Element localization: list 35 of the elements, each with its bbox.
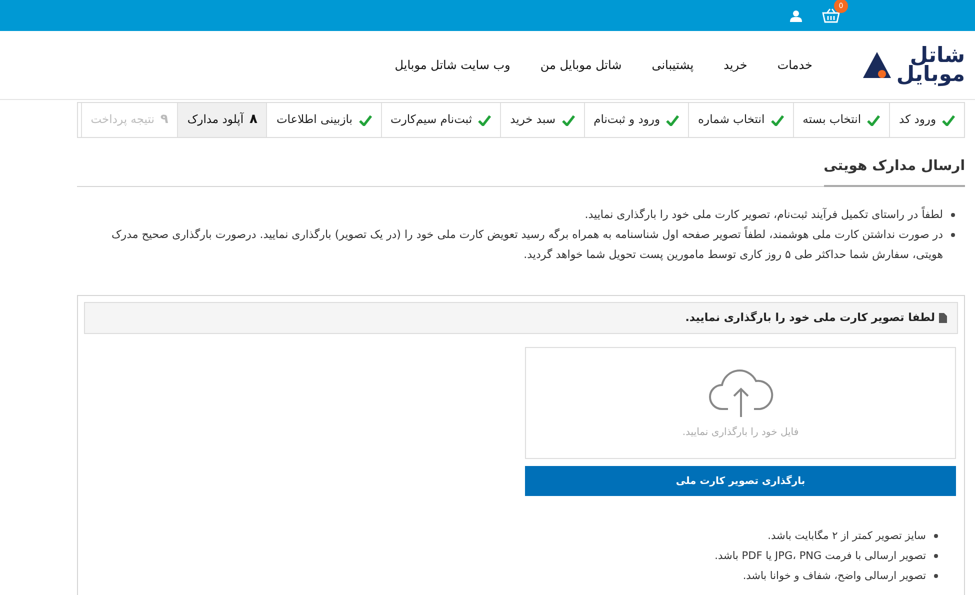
checkmark-icon (770, 114, 784, 126)
checkmark-icon (478, 114, 492, 126)
step-tab[interactable]: ۸ آپلود مدارک (177, 103, 266, 137)
logo-triangle-icon (862, 50, 892, 80)
instruction-text: در صورت نداشتن کارت ملی هوشمند، لطفاً تصویر صفحه اول شناسنامه به همراه برگه رسید تعویض کارت ملی خود را (در یک تصویر) بارگذاری نمایید. درصورت بارگذاری صحیح مدرک هویتی، سفارش شما حداکثر طی ۵ روز کاری توسط مامورین پست تحویل شما خواهد گردید. (110, 226, 943, 263)
user-icon[interactable] (790, 10, 802, 22)
dropzone-hint: فایل خود را بارگذاری نمایید. (682, 425, 799, 440)
upload-button[interactable]: بارگذاری تصویر کارت ملی (525, 466, 956, 496)
cloud-upload-icon (708, 366, 774, 418)
logo-text: موبایل (896, 65, 965, 84)
bullet-icon (951, 233, 955, 237)
basket-icon[interactable] (822, 8, 840, 24)
section-title: ارسال مدارک هویتی (824, 156, 965, 187)
instruction-text: لطفاً در راستای تکمیل فرآیند ثبت‌نام، تصویر کارت ملی خود را بارگذاری نمایید. (584, 206, 943, 223)
logo-text: شاتل (910, 46, 965, 65)
nav-link[interactable]: وب سایت شاتل موبایل (394, 56, 510, 74)
checkmark-icon (942, 114, 955, 126)
bullet-icon (951, 213, 955, 217)
nav-link[interactable]: پشتیبانی (652, 56, 694, 74)
nav-link[interactable]: خدمات (777, 56, 812, 74)
bullet-icon (934, 574, 938, 578)
nav-link[interactable]: شاتل موبایل من (540, 56, 622, 74)
nav-link[interactable]: خرید (724, 56, 748, 74)
checkmark-icon (666, 114, 680, 126)
checkmark-icon (867, 114, 880, 126)
requirement-text: سایز تصویر کمتر از ۲ مگابایت باشد. (768, 528, 926, 544)
logo[interactable]: شاتل موبایل (862, 46, 965, 84)
document-icon (939, 313, 947, 323)
checkmark-icon (562, 114, 575, 126)
requirement-text: تصویر ارسالی با فرمت JPG، PNG یا PDF باشد. (714, 549, 926, 564)
requirement-text: تصویر ارسالی واضح، شفاف و خوانا باشد. (742, 569, 926, 584)
panel-heading: لطفا تصویر کارت ملی خود را بارگذاری نمایید. (685, 310, 935, 326)
checkmark-icon (358, 114, 372, 126)
bullet-icon (934, 534, 938, 538)
bullet-icon (934, 554, 938, 558)
